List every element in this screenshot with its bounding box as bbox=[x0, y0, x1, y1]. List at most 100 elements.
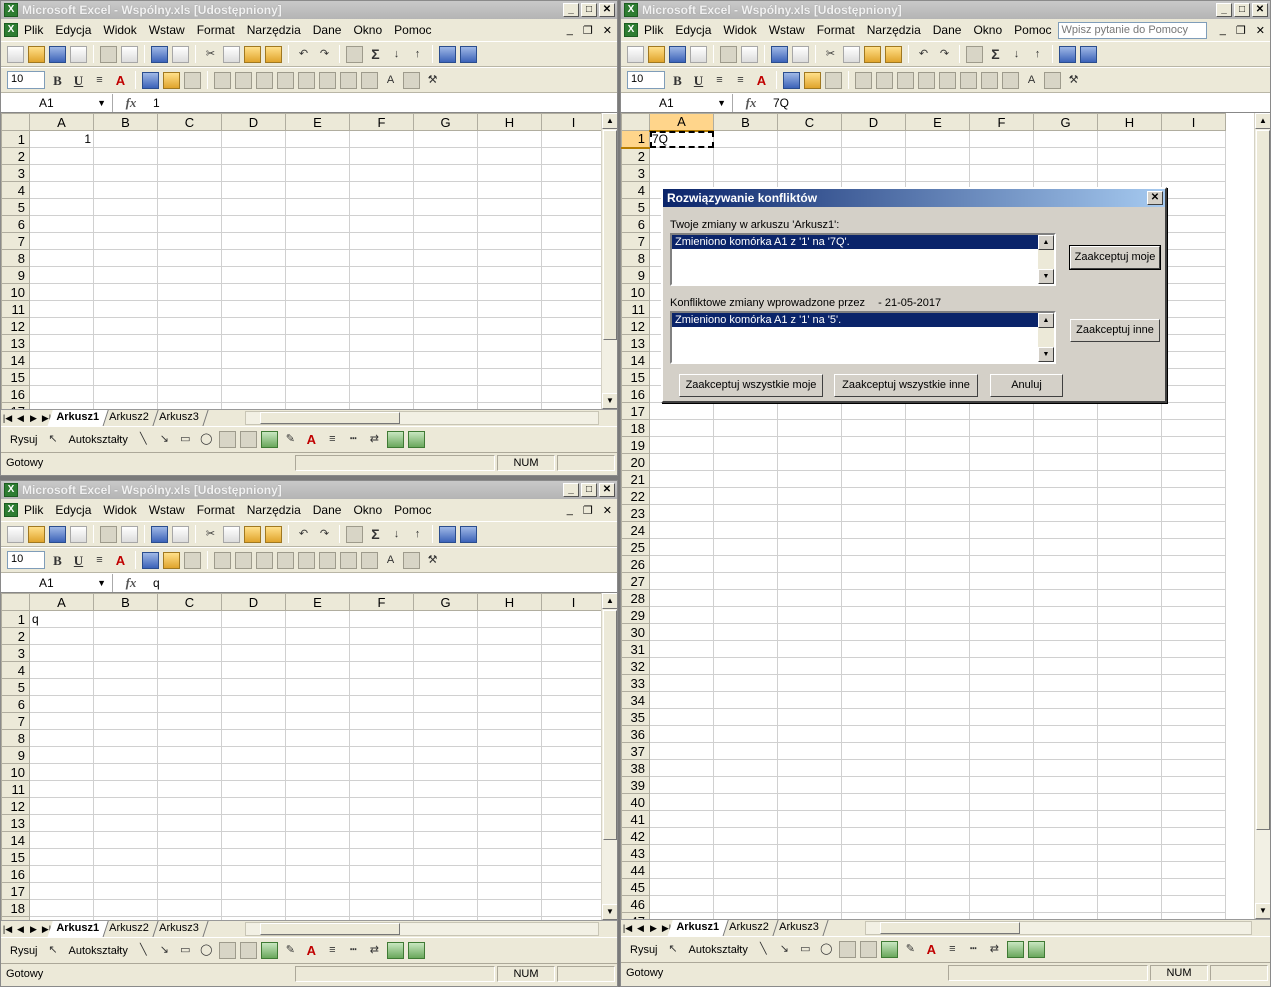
cell[interactable] bbox=[349, 780, 414, 798]
align-right-icon[interactable]: ≡ bbox=[732, 72, 749, 89]
cell[interactable] bbox=[221, 147, 286, 165]
row-header[interactable]: 9 bbox=[1, 266, 30, 284]
font-size-select[interactable]: 10 bbox=[627, 71, 665, 89]
scroll-up-icon[interactable]: ▲ bbox=[1255, 113, 1270, 129]
cell[interactable] bbox=[285, 661, 350, 679]
next-sheet-icon[interactable]: ▶ bbox=[647, 923, 660, 934]
cell[interactable] bbox=[1161, 810, 1226, 828]
row-header[interactable]: 34 bbox=[621, 691, 650, 709]
cell[interactable] bbox=[1097, 844, 1162, 862]
row-header[interactable]: 42 bbox=[621, 827, 650, 845]
cell[interactable] bbox=[1161, 351, 1226, 369]
cell[interactable] bbox=[969, 912, 1034, 919]
cell[interactable] bbox=[969, 793, 1034, 811]
first-sheet-icon[interactable]: |◀ bbox=[621, 923, 634, 934]
cell[interactable] bbox=[1097, 130, 1162, 148]
shadow-icon[interactable] bbox=[1006, 941, 1024, 958]
cell[interactable] bbox=[221, 266, 286, 284]
cell[interactable] bbox=[841, 538, 906, 556]
row-header[interactable]: 47 bbox=[621, 912, 650, 919]
cell[interactable] bbox=[1033, 810, 1098, 828]
cell[interactable] bbox=[285, 385, 350, 403]
cell[interactable] bbox=[413, 385, 478, 403]
cell[interactable] bbox=[841, 555, 906, 573]
form-checkbox-icon[interactable] bbox=[214, 71, 231, 89]
cell[interactable] bbox=[649, 691, 714, 709]
cell[interactable] bbox=[1033, 147, 1098, 165]
row-header[interactable]: 29 bbox=[621, 606, 650, 624]
cell[interactable] bbox=[413, 368, 478, 386]
form-option-icon[interactable] bbox=[277, 71, 294, 89]
cell[interactable] bbox=[541, 729, 606, 747]
menu-edycja[interactable]: Edycja bbox=[49, 23, 97, 37]
cell[interactable] bbox=[1033, 572, 1098, 590]
scroll-down-icon[interactable]: ▼ bbox=[1255, 903, 1270, 919]
cell[interactable] bbox=[649, 827, 714, 845]
cell[interactable] bbox=[1161, 776, 1226, 794]
format-painter-icon[interactable] bbox=[265, 45, 282, 63]
cell[interactable] bbox=[1033, 164, 1098, 182]
row-header[interactable]: 3 bbox=[621, 164, 650, 182]
cell[interactable] bbox=[905, 130, 970, 148]
row-header[interactable]: 11 bbox=[1, 300, 30, 318]
menu-widok[interactable]: Widok bbox=[97, 23, 142, 37]
cell[interactable] bbox=[1097, 606, 1162, 624]
cell[interactable] bbox=[157, 147, 222, 165]
cell[interactable] bbox=[349, 797, 414, 815]
cell[interactable] bbox=[541, 351, 606, 369]
cell[interactable] bbox=[969, 487, 1034, 505]
cell[interactable] bbox=[841, 589, 906, 607]
cell[interactable] bbox=[841, 453, 906, 471]
cell[interactable] bbox=[413, 763, 478, 781]
cell[interactable] bbox=[905, 861, 970, 879]
row-header[interactable]: 45 bbox=[621, 878, 650, 896]
bold-icon[interactable]: B bbox=[669, 72, 686, 89]
menu-narzedzia[interactable]: Narzędzia bbox=[241, 23, 307, 37]
cell[interactable] bbox=[713, 487, 778, 505]
cell[interactable] bbox=[93, 164, 158, 182]
cell[interactable] bbox=[1097, 487, 1162, 505]
cell[interactable] bbox=[713, 504, 778, 522]
cell[interactable] bbox=[969, 470, 1034, 488]
cell[interactable] bbox=[413, 644, 478, 662]
cell[interactable] bbox=[349, 916, 414, 920]
fill-color-icon[interactable] bbox=[260, 942, 278, 959]
cell[interactable] bbox=[221, 797, 286, 815]
cell[interactable] bbox=[477, 695, 542, 713]
form-checkbox-icon[interactable] bbox=[855, 71, 872, 89]
cell[interactable] bbox=[1161, 249, 1226, 267]
cell[interactable] bbox=[349, 368, 414, 386]
menu-widok[interactable]: Widok bbox=[97, 503, 142, 517]
cell[interactable] bbox=[285, 283, 350, 301]
scroll-up-icon[interactable]: ▲ bbox=[1038, 313, 1054, 328]
cell[interactable] bbox=[713, 776, 778, 794]
cell[interactable] bbox=[541, 848, 606, 866]
cell[interactable] bbox=[649, 640, 714, 658]
cell[interactable] bbox=[157, 780, 222, 798]
cell[interactable] bbox=[413, 164, 478, 182]
open-icon[interactable] bbox=[648, 45, 665, 63]
permission-icon[interactable] bbox=[690, 45, 707, 63]
first-sheet-icon[interactable]: |◀ bbox=[1, 924, 14, 935]
cell[interactable] bbox=[905, 453, 970, 471]
row-header[interactable]: 40 bbox=[621, 793, 650, 811]
cell[interactable] bbox=[777, 793, 842, 811]
cell[interactable] bbox=[1033, 793, 1098, 811]
row-header[interactable]: 6 bbox=[1, 215, 30, 233]
cell[interactable] bbox=[349, 627, 414, 645]
row-header[interactable]: 5 bbox=[1, 678, 30, 696]
column-header[interactable]: I bbox=[541, 113, 606, 131]
cell[interactable] bbox=[649, 759, 714, 777]
cell[interactable] bbox=[93, 797, 158, 815]
cell[interactable] bbox=[29, 283, 94, 301]
cell[interactable] bbox=[777, 827, 842, 845]
cell[interactable] bbox=[413, 181, 478, 199]
cell[interactable] bbox=[1161, 708, 1226, 726]
font-size-select[interactable]: 10 bbox=[7, 551, 45, 569]
cell[interactable] bbox=[1161, 895, 1226, 913]
cell[interactable] bbox=[777, 419, 842, 437]
cell[interactable] bbox=[285, 147, 350, 165]
cell[interactable] bbox=[713, 810, 778, 828]
cell[interactable] bbox=[541, 814, 606, 832]
cell[interactable] bbox=[413, 712, 478, 730]
